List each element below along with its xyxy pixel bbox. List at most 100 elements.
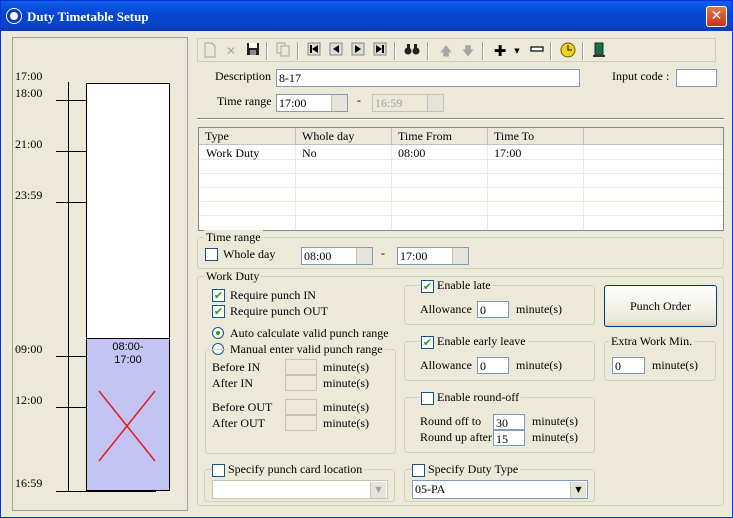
duty-type-value: 05-PA — [415, 482, 446, 496]
cell-type[interactable]: Work Duty — [199, 146, 259, 160]
before-out-field[interactable] — [285, 399, 317, 415]
cross-mark-icon — [98, 390, 156, 462]
clock-icon[interactable] — [559, 42, 577, 60]
chevron-down-icon[interactable]: ▼ — [570, 482, 586, 498]
save-icon[interactable] — [244, 42, 262, 60]
exit-icon[interactable] — [590, 42, 608, 60]
app-icon — [7, 9, 21, 23]
add-icon[interactable]: ✚ — [491, 42, 509, 60]
time-to-field[interactable]: 16:59 — [372, 94, 444, 112]
delete-icon[interactable]: ✕ — [222, 42, 240, 60]
description-field[interactable]: 8-17 — [276, 69, 580, 87]
range-to-spinner[interactable] — [452, 248, 468, 264]
prev-icon[interactable] — [327, 42, 345, 60]
description-label: Description — [215, 69, 271, 83]
round-up-label: Round up after — [420, 430, 492, 444]
round-up-unit: minute(s) — [532, 430, 578, 444]
time-from-value: 17:00 — [279, 96, 307, 110]
column-header-whole-day[interactable]: Whole day — [296, 128, 392, 145]
toolbar-separator — [394, 42, 396, 60]
enable-late-checkbox[interactable]: ✔ — [421, 280, 434, 293]
late-allowance-field[interactable]: 0 — [477, 301, 509, 318]
round-off-field[interactable]: 30 — [493, 414, 525, 430]
column-header-time-from[interactable]: Time From — [392, 128, 488, 145]
grid-line — [583, 145, 584, 230]
add-dropdown-icon[interactable]: ▼ — [508, 42, 526, 60]
duty-type-select[interactable]: 05-PA ▼ — [412, 480, 588, 499]
extra-work-field[interactable]: 0 — [612, 357, 645, 374]
early-leave-group: ✔ Enable early leave Allowance 0 minute(… — [404, 334, 595, 381]
time-to-spinner[interactable] — [427, 95, 443, 111]
cell-time-to[interactable]: 17:00 — [487, 146, 521, 160]
require-in-checkbox[interactable]: ✔ — [212, 289, 225, 302]
new-icon[interactable] — [201, 42, 219, 60]
toolbar-separator — [266, 42, 268, 60]
early-allowance-field[interactable]: 0 — [477, 357, 509, 374]
column-header-type[interactable]: Type — [199, 128, 296, 145]
after-out-field[interactable] — [285, 415, 317, 431]
require-out-label: Require punch OUT — [230, 304, 328, 318]
column-header-time-to[interactable]: Time To — [488, 128, 584, 145]
before-out-label: Before OUT — [212, 400, 273, 414]
column-header-filler — [584, 128, 723, 145]
time-from-field[interactable]: 17:00 — [276, 94, 348, 112]
punch-order-button[interactable]: Punch Order — [604, 285, 717, 327]
punch-range-group: Manual enter valid punch range Before IN… — [205, 342, 396, 454]
group-title: Manual enter valid punch range — [228, 342, 385, 357]
enable-roundoff-label: Enable round-off — [435, 390, 522, 405]
duty-type-group: Specify Duty Type 05-PA ▼ — [404, 462, 595, 502]
timeline-label: 21:00 — [15, 137, 43, 151]
title-bar[interactable]: Duty Timetable Setup ✕ — [1, 1, 732, 31]
cell-whole-day[interactable]: No — [295, 146, 317, 160]
timeline-tick — [56, 407, 86, 408]
time-range-group: Time range Whole day 08:00 - 17:00 — [197, 230, 724, 269]
auto-calc-radio[interactable] — [212, 327, 224, 339]
punch-card-label: Specify punch card location — [226, 462, 365, 477]
round-off-unit: minute(s) — [532, 414, 578, 428]
cell-time-from[interactable]: 08:00 — [391, 146, 425, 160]
time-range-dash: - — [357, 93, 361, 107]
divider — [197, 118, 724, 120]
toolbar-separator — [482, 42, 484, 60]
enable-roundoff-checkbox[interactable] — [421, 392, 434, 405]
input-code-field[interactable] — [676, 69, 717, 87]
timeline-tick — [56, 100, 86, 101]
find-icon[interactable] — [403, 42, 421, 60]
whole-day-checkbox[interactable] — [205, 248, 218, 261]
timeline-label: 18:00 — [15, 86, 43, 100]
late-allowance-unit: minute(s) — [516, 302, 562, 316]
next-icon[interactable] — [349, 42, 367, 60]
timeline-label: 09:00 — [15, 342, 43, 356]
timeline-label: 17:00 — [15, 69, 43, 83]
range-from-field[interactable]: 08:00 — [301, 247, 373, 265]
last-icon[interactable] — [371, 42, 389, 60]
first-icon[interactable] — [305, 42, 323, 60]
punch-card-checkbox[interactable] — [212, 464, 225, 477]
toolbar-separator — [582, 42, 584, 60]
chevron-down-icon[interactable]: ▼ — [370, 482, 386, 498]
before-in-field[interactable] — [285, 359, 317, 375]
timeline-axis — [68, 82, 69, 492]
require-out-checkbox[interactable]: ✔ — [212, 305, 225, 318]
round-up-field[interactable]: 15 — [493, 430, 525, 446]
after-in-field[interactable] — [285, 375, 317, 391]
after-out-unit: minute(s) — [323, 416, 369, 430]
time-from-spinner[interactable] — [331, 95, 347, 111]
timeline-label: 23:59 — [15, 188, 43, 202]
after-out-label: After OUT — [212, 416, 265, 430]
enable-early-checkbox[interactable]: ✔ — [421, 336, 434, 349]
late-group: ✔ Enable late Allowance 0 minute(s) — [404, 278, 595, 325]
copy-icon[interactable] — [274, 42, 292, 60]
punch-card-select[interactable]: ▼ — [212, 480, 388, 499]
close-button[interactable]: ✕ — [706, 6, 727, 27]
off-duty-block[interactable] — [86, 83, 170, 339]
range-to-field[interactable]: 17:00 — [397, 247, 469, 265]
duty-type-checkbox[interactable] — [412, 464, 425, 477]
remove-icon[interactable] — [528, 42, 546, 60]
range-from-spinner[interactable] — [356, 248, 372, 264]
require-in-label: Require punch IN — [230, 288, 316, 302]
down-icon[interactable]: 🡇 — [459, 42, 477, 60]
work-duty-block[interactable]: 08:00- 17:00 — [86, 338, 170, 491]
range-dash: - — [381, 246, 385, 260]
up-icon[interactable]: 🡅 — [437, 42, 455, 60]
